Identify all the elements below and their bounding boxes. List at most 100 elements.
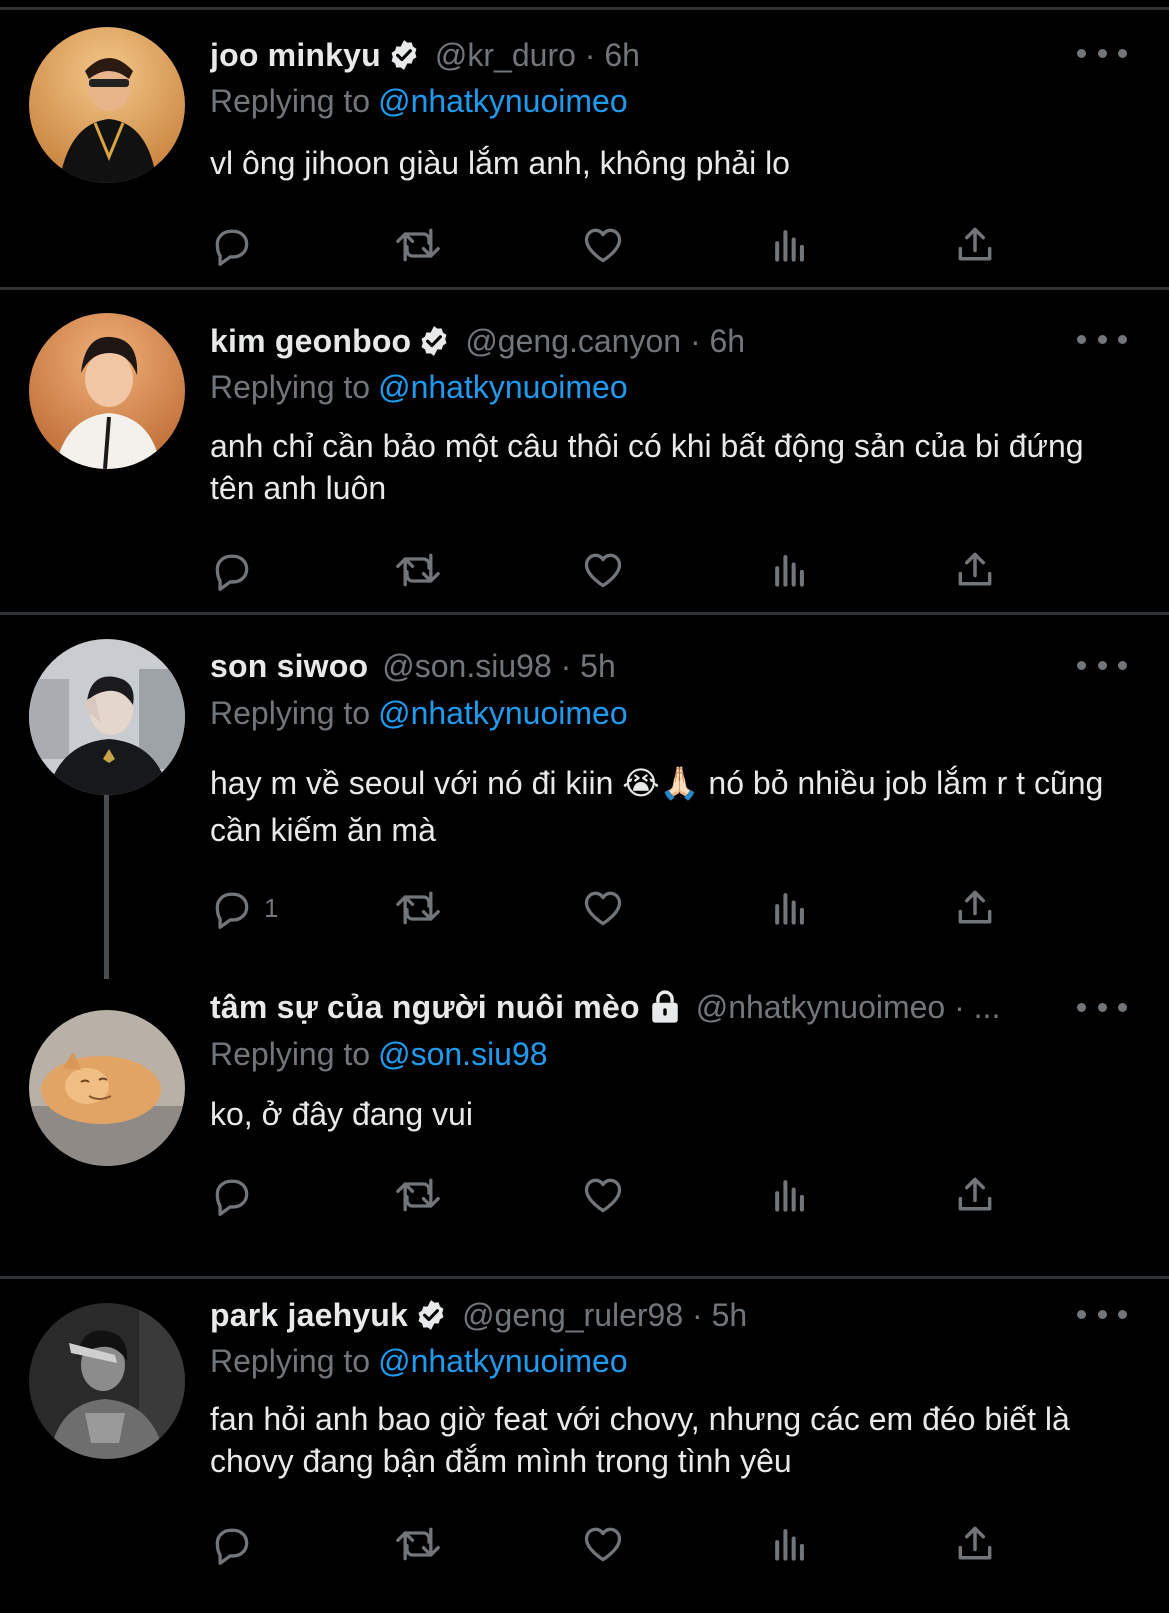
retweet-icon	[396, 891, 440, 925]
retweet-icon	[396, 228, 440, 262]
reply-mention-link[interactable]: @nhatkynuoimeo	[378, 369, 628, 405]
tweet-4[interactable]: tâm sự của người nuôi mèo @nhatkynuoimeo…	[0, 965, 1169, 1277]
like-button[interactable]	[580, 1170, 626, 1220]
like-button[interactable]	[580, 545, 626, 595]
tweet-header: tâm sự của người nuôi mèo @nhatkynuoimeo…	[210, 985, 1079, 1029]
display-name[interactable]: park jaehyuk	[210, 1297, 408, 1334]
retweet-button[interactable]	[392, 1170, 444, 1220]
handle-and-time[interactable]: @geng.canyon · 6h	[465, 323, 745, 360]
tweet-text: ko, ở đây đang vui	[210, 1096, 473, 1132]
replying-to: Replying to @nhatkynuoimeo	[210, 369, 628, 406]
display-name[interactable]: son siwoo	[210, 648, 368, 685]
handle-and-time[interactable]: @nhatkynuoimeo · ...	[696, 989, 1001, 1026]
tweet-text: anh chỉ cần bảo một câu thôi có khi bất …	[210, 428, 1084, 506]
like-button[interactable]	[580, 220, 626, 270]
like-button[interactable]	[580, 883, 626, 933]
views-button[interactable]	[768, 883, 812, 933]
replying-label: Replying to	[210, 1343, 371, 1379]
retweet-button[interactable]	[392, 1519, 444, 1569]
views-button[interactable]	[768, 545, 812, 595]
like-icon	[584, 1178, 622, 1213]
tweet-header: park jaehyuk @geng_ruler98 · 5h	[210, 1293, 1079, 1337]
views-button[interactable]	[768, 1170, 812, 1220]
views-icon	[775, 230, 804, 262]
like-button[interactable]	[580, 1519, 626, 1569]
handle-and-time[interactable]: @son.siu98 · 5h	[382, 648, 616, 685]
reply-button[interactable]	[210, 1519, 254, 1569]
share-button[interactable]	[952, 1170, 998, 1220]
views-icon	[775, 555, 804, 587]
share-button[interactable]	[952, 545, 998, 595]
more-icon[interactable]	[1077, 1299, 1127, 1329]
more-icon[interactable]	[1077, 324, 1127, 354]
replying-label: Replying to	[210, 695, 371, 731]
tweet-text: hay m về seoul với nó đi kiin 😭🙏🏻 nó bỏ …	[210, 765, 1104, 848]
action-bar: 1	[210, 883, 1040, 933]
retweet-button[interactable]	[392, 220, 444, 270]
tweet-3[interactable]: son siwoo @son.siu98 · 5h Replying to @nh…	[0, 615, 1169, 979]
reply-mention-link[interactable]: @son.siu98	[378, 1036, 547, 1072]
like-icon	[584, 1527, 622, 1562]
share-button[interactable]	[952, 220, 998, 270]
replying-to: Replying to @son.siu98	[210, 1036, 548, 1073]
more-icon[interactable]	[1077, 992, 1127, 1022]
share-icon	[958, 1526, 992, 1560]
avatar[interactable]	[29, 1303, 185, 1459]
reply-icon	[215, 554, 249, 591]
retweet-button[interactable]	[392, 883, 444, 933]
share-icon	[958, 227, 992, 261]
action-bar	[210, 545, 1040, 595]
verified-badge-icon	[391, 40, 417, 70]
tweet-header: son siwoo @son.siu98 · 5h	[210, 644, 1079, 688]
lock-icon	[651, 990, 678, 1023]
reply-mention-link[interactable]: @nhatkynuoimeo	[378, 1343, 628, 1379]
tweet-text: fan hỏi anh bao giờ feat với chovy, nhưn…	[210, 1401, 1070, 1479]
reply-button[interactable]	[210, 1170, 254, 1220]
avatar[interactable]	[29, 1010, 185, 1166]
reply-mention-link[interactable]: @nhatkynuoimeo	[378, 83, 628, 119]
views-icon	[775, 893, 804, 925]
reply-mention-link[interactable]: @nhatkynuoimeo	[378, 695, 628, 731]
reply-button[interactable]	[210, 220, 254, 270]
views-button[interactable]	[768, 1519, 812, 1569]
reply-button[interactable]	[210, 545, 254, 595]
display-name[interactable]: tâm sự của người nuôi mèo	[210, 989, 640, 1026]
share-button[interactable]	[952, 883, 998, 933]
action-bar	[210, 1519, 1040, 1569]
retweet-icon	[396, 1527, 440, 1561]
reply-icon	[215, 229, 249, 266]
avatar[interactable]	[29, 313, 185, 469]
reply-button[interactable]: 1	[210, 883, 278, 933]
views-icon	[775, 1529, 804, 1561]
views-button[interactable]	[768, 220, 812, 270]
share-button[interactable]	[952, 1519, 998, 1569]
retweet-icon	[396, 1178, 440, 1212]
action-bar	[210, 220, 1040, 270]
like-icon	[584, 553, 622, 588]
tweet-1[interactable]: joo minkyu @kr_duro · 6h Replying to @nha…	[0, 0, 1169, 290]
verified-badge-icon	[418, 1300, 444, 1330]
tweet-5[interactable]: park jaehyuk @geng_ruler98 · 5h Replying…	[0, 1279, 1169, 1613]
avatar[interactable]	[29, 27, 185, 183]
display-name[interactable]: kim geonboo	[210, 323, 411, 360]
handle-and-time[interactable]: @kr_duro · 6h	[435, 37, 640, 74]
reply-count: 1	[264, 892, 279, 923]
replying-label: Replying to	[210, 1036, 371, 1072]
retweet-button[interactable]	[392, 545, 444, 595]
tweet-2[interactable]: kim geonboo @geng.canyon · 6h Replying t…	[0, 290, 1169, 615]
replying-label: Replying to	[210, 83, 371, 119]
like-icon	[584, 228, 622, 263]
share-icon	[958, 890, 992, 924]
thread-connector	[104, 795, 109, 979]
more-icon[interactable]	[1077, 650, 1127, 680]
verified-badge-icon	[421, 326, 447, 356]
tweet-text: vl ông jihoon giàu lắm anh, không phải l…	[210, 145, 790, 181]
replying-to: Replying to @nhatkynuoimeo	[210, 1343, 628, 1380]
retweet-icon	[396, 553, 440, 587]
replying-to: Replying to @nhatkynuoimeo	[210, 83, 628, 120]
reply-icon	[215, 1179, 249, 1216]
handle-and-time[interactable]: @geng_ruler98 · 5h	[462, 1297, 747, 1334]
display-name[interactable]: joo minkyu	[210, 37, 381, 74]
more-icon[interactable]	[1077, 38, 1127, 68]
avatar[interactable]	[29, 639, 185, 795]
